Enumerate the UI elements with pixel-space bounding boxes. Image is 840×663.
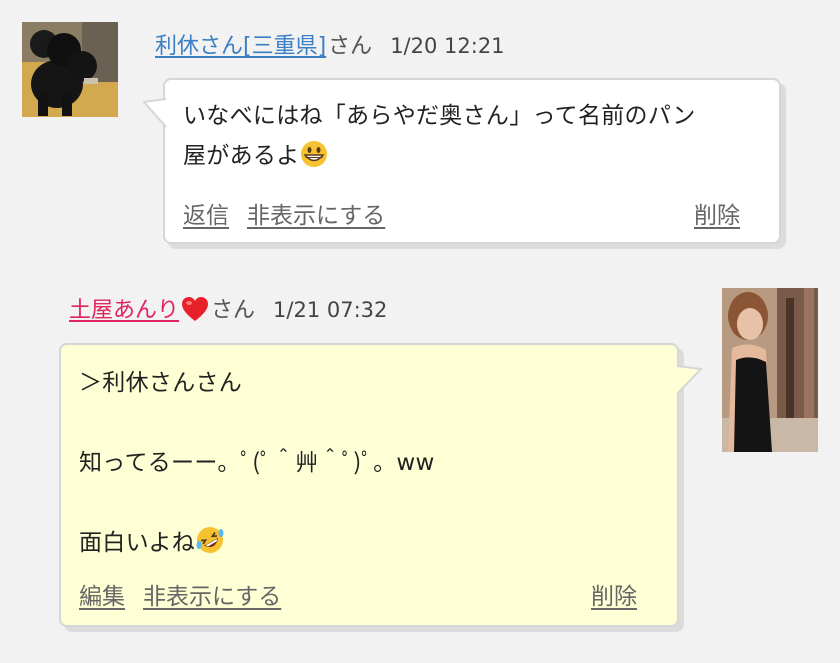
comment-timestamp: 1/21 07:32 <box>273 298 388 322</box>
comment-body: いなべにはね「あらやだ奥さん」って名前のパン 屋があるよ <box>183 96 696 181</box>
heart-emoji <box>181 296 209 328</box>
delete-button[interactable]: 削除 <box>694 196 740 230</box>
hide-button[interactable]: 非表示にする <box>247 196 385 230</box>
avatar-woman[interactable] <box>722 288 818 452</box>
bubble-tail <box>677 365 703 395</box>
comment-line: 面白いよね <box>79 523 435 568</box>
rolling-laughing-emoji <box>195 525 225 568</box>
author-suffix: さん <box>328 34 373 59</box>
comment-author-link[interactable]: 利休さん[三重県] <box>155 28 326 60</box>
avatar-poodle[interactable] <box>22 22 118 117</box>
comment-actions: 返信 非表示にする 削除 <box>183 196 763 230</box>
hide-button[interactable]: 非表示にする <box>143 577 281 611</box>
bubble-tail <box>143 98 167 128</box>
comment-bubble: いなべにはね「あらやだ奥さん」って名前のパン 屋があるよ 返信 非表示にする 削… <box>143 78 781 244</box>
comment-line: いなべにはね「あらやだ奥さん」って名前のパン <box>183 103 696 129</box>
comment-line: 屋があるよ <box>183 136 696 181</box>
comment-line: 知ってるーー。ﾟ(ﾟ＾艸＾ﾟ)ﾟ。ww <box>79 450 435 476</box>
comment-bubble: ＞利休さんさん 知ってるーー。ﾟ(ﾟ＾艸＾ﾟ)ﾟ。ww 面白いよね 編集 非表示… <box>59 343 703 627</box>
comment-author-link[interactable]: 土屋あんり <box>69 292 209 328</box>
grinning-face-emoji <box>300 140 328 181</box>
author-suffix: さん <box>211 298 256 323</box>
comment-timestamp: 1/20 12:21 <box>390 34 505 58</box>
edit-button[interactable]: 編集 <box>79 577 125 611</box>
comment-actions: 編集 非表示にする 削除 <box>79 577 659 611</box>
delete-button[interactable]: 削除 <box>591 577 637 611</box>
reply-button[interactable]: 返信 <box>183 196 229 230</box>
comment-line: ＞利休さんさん <box>79 370 243 396</box>
comment-body: ＞利休さんさん 知ってるーー。ﾟ(ﾟ＾艸＾ﾟ)ﾟ。ww 面白いよね <box>79 363 435 568</box>
